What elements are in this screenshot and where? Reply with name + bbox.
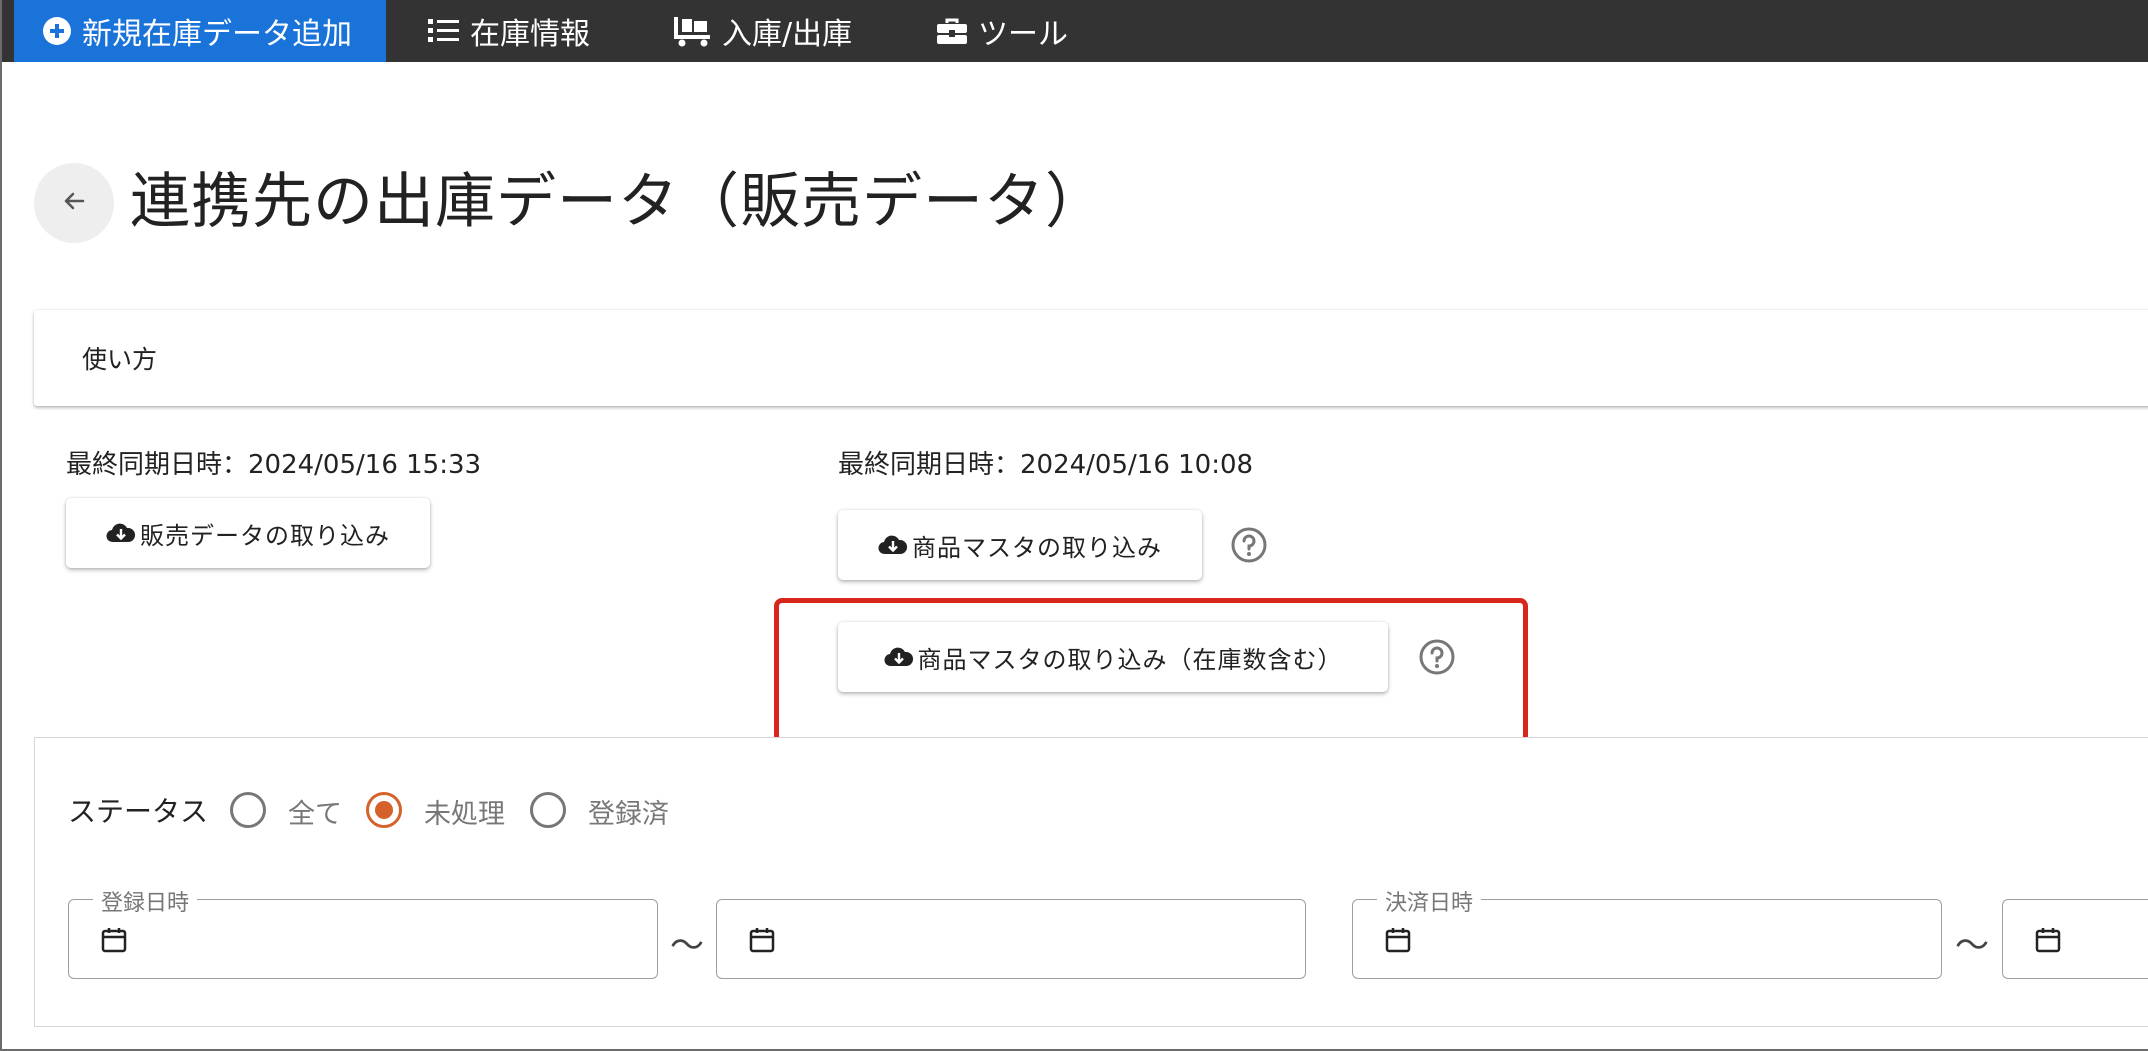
top-nav-bar: 新規在庫データ追加 在庫情報 入庫/出庫 ツール [0, 0, 2148, 62]
calendar-icon [1385, 928, 1411, 953]
usage-panel[interactable]: 使い方 [34, 310, 2148, 406]
status-filter-label: ステータス [68, 795, 209, 828]
master-last-sync-text: 最終同期日時：2024/05/16 10:08 [838, 450, 1254, 480]
usage-label: 使い方 [82, 345, 158, 374]
registered-date-from-field[interactable]: 登録日時 [68, 885, 658, 979]
import-product-master-with-stock-label: 商品マスタの取り込み（在庫数含む） [917, 645, 1343, 674]
payment-date-to-field[interactable] [2002, 899, 2148, 979]
calendar-icon [2035, 928, 2061, 953]
nav-item-label: 新規在庫データ追加 [82, 17, 352, 52]
filter-panel [34, 737, 2148, 1027]
status-radio-registered-label[interactable]: 登録済 [588, 792, 669, 831]
cloud-download-icon [878, 535, 908, 555]
page-title: 連携先の出庫データ（販売データ） [130, 167, 1106, 237]
nav-item-label: 在庫情報 [470, 17, 590, 52]
status-radio-registered[interactable] [530, 792, 566, 828]
import-product-master-label: 商品マスタの取り込み [912, 533, 1162, 562]
import-product-master-with-stock-button[interactable]: 商品マスタの取り込み（在庫数含む） [838, 622, 1388, 692]
range-separator: 〜 [670, 926, 704, 966]
toolbox-icon [936, 17, 968, 45]
nav-item-in-out[interactable]: 入庫/出庫 [674, 0, 852, 62]
nav-item-new-stock[interactable]: 新規在庫データ追加 [14, 0, 386, 62]
list-icon [428, 17, 460, 45]
calendar-icon [749, 928, 775, 953]
nav-item-label: ツール [978, 17, 1068, 52]
status-radio-all[interactable] [230, 792, 266, 828]
back-button[interactable] [34, 163, 114, 243]
import-sales-data-label: 販売データの取り込み [140, 521, 390, 550]
plus-circle-icon [42, 16, 72, 46]
payment-date-label: 決済日時 [1377, 885, 1482, 917]
sales-last-sync-text: 最終同期日時：2024/05/16 15:33 [66, 450, 482, 480]
range-separator: 〜 [1955, 926, 1989, 966]
payment-date-from-field[interactable]: 決済日時 [1352, 885, 1942, 979]
nav-item-inventory[interactable]: 在庫情報 [428, 0, 590, 62]
status-radio-unprocessed[interactable] [366, 792, 402, 828]
nav-item-label: 入庫/出庫 [722, 17, 853, 52]
help-circle-icon[interactable] [1230, 526, 1268, 564]
registered-date-label: 登録日時 [93, 885, 198, 917]
status-radio-unprocessed-label[interactable]: 未処理 [424, 792, 505, 831]
cloud-download-icon [106, 523, 136, 543]
import-product-master-button[interactable]: 商品マスタの取り込み [838, 510, 1202, 580]
help-circle-icon[interactable] [1418, 638, 1456, 676]
cloud-download-icon [883, 647, 913, 667]
registered-date-to-field[interactable] [716, 899, 1306, 979]
import-sales-data-button[interactable]: 販売データの取り込み [66, 498, 430, 568]
arrow-left-icon [61, 188, 87, 218]
nav-item-tools[interactable]: ツール [936, 0, 1068, 62]
status-radio-all-label[interactable]: 全て [288, 792, 342, 831]
calendar-icon [101, 928, 127, 953]
pallet-icon [674, 15, 712, 47]
